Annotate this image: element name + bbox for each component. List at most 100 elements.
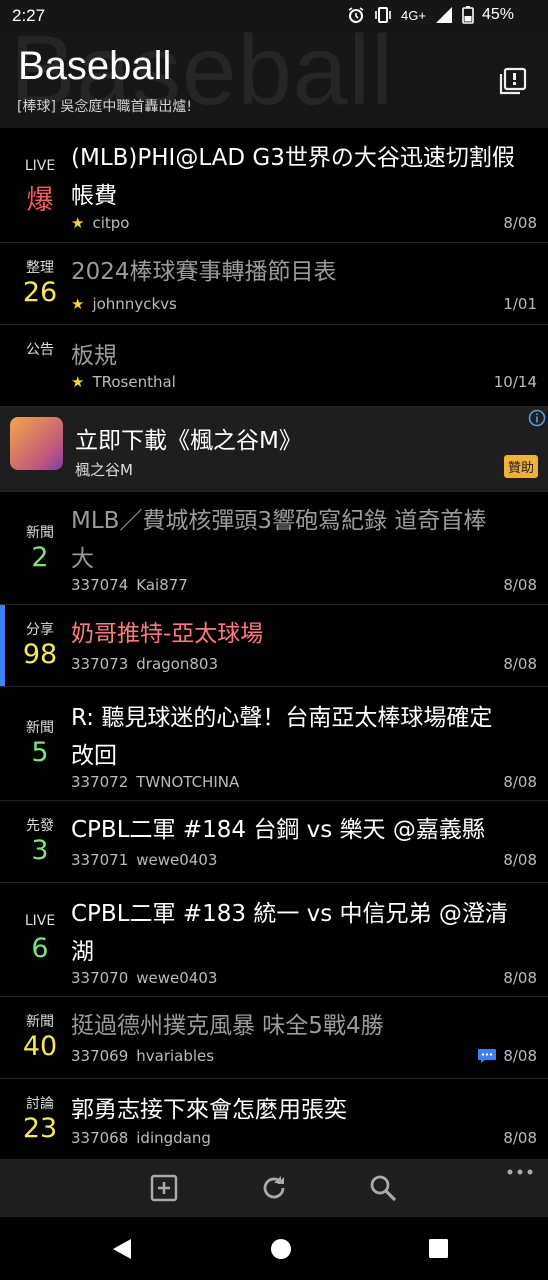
star-icon: ★ <box>71 295 85 313</box>
star-icon: ★ <box>71 373 85 391</box>
status-icons: 4G+ 45% <box>347 6 514 24</box>
home-icon[interactable] <box>270 1238 292 1260</box>
post-tag: 新聞 <box>26 525 54 541</box>
post-author: wewe0403 <box>136 851 218 869</box>
post-row[interactable]: 討論 23 郭勇志接下來會怎麼用張奕 337068 idingdang 8/08 <box>0 1079 548 1161</box>
post-tag: 整理 <box>26 260 54 276</box>
post-tag: 分享 <box>26 622 54 638</box>
post-author: TWNOTCHINA <box>136 773 240 791</box>
back-icon[interactable] <box>111 1238 133 1260</box>
post-author: dragon803 <box>136 655 218 673</box>
post-title: MLB／費城核彈頭3響砲寫紀錄 道奇首棒大 <box>71 508 487 572</box>
post-date: 8/08 <box>503 969 537 987</box>
system-nav-bar <box>0 1217 548 1280</box>
page-title: Baseball <box>18 44 172 88</box>
post-date: 8/08 <box>503 214 537 232</box>
post-tag: 公告 <box>26 342 54 358</box>
vibrate-icon <box>375 7 391 23</box>
post-date: 8/08 <box>503 773 537 791</box>
post-score: 5 <box>31 737 49 768</box>
post-tag: 新聞 <box>26 720 54 736</box>
post-author: citpo <box>92 214 130 232</box>
post-score: 3 <box>31 835 49 866</box>
ad-app-icon <box>10 417 63 470</box>
post-author: idingdang <box>136 1129 211 1147</box>
post-score: 2 <box>31 542 49 573</box>
alarm-icon <box>348 7 364 23</box>
post-row[interactable]: 先發 3 CPBL二軍 #184 台鋼 vs 樂天 @嘉義縣 337071 we… <box>0 801 548 883</box>
post-id: 337072 <box>71 773 129 791</box>
post-row[interactable]: 分享 98 奶哥推特-亞太球場 337073 dragon803 8/08 <box>0 605 548 687</box>
comment-icon <box>478 1049 497 1063</box>
board-header: Baseball Baseball [棒球] 吳念庭中職首轟出爐! <box>0 32 548 129</box>
post-row[interactable]: 新聞 5 R: 聽見球迷的心聲！台南亞太棒球場確定 改回 337072 TWNOT… <box>0 687 548 801</box>
page-subtitle: [棒球] 吳念庭中職首轟出爐! <box>17 99 192 115</box>
post-meta: 337074 Kai877 <box>71 576 188 594</box>
signal-icon <box>435 7 452 23</box>
post-title: CPBL二軍 #184 台鋼 vs 樂天 @嘉義縣 <box>71 817 485 843</box>
post-date: 8/08 <box>503 851 537 869</box>
post-date: 10/14 <box>493 373 537 391</box>
post-date: 8/08 <box>477 1047 537 1065</box>
refresh-icon[interactable] <box>259 1173 289 1203</box>
post-title: 奶哥推特-亞太球場 <box>71 621 264 647</box>
status-time: 2:27 <box>12 6 46 25</box>
battery-icon <box>462 6 474 24</box>
post-author: wewe0403 <box>136 969 218 987</box>
post-id: 337071 <box>71 851 129 869</box>
post-row[interactable]: 公告 板規 ★ TRosenthal 10/14 <box>0 325 548 407</box>
post-row[interactable]: LIVE 6 CPBL二軍 #183 統一 vs 中信兄弟 @澄清湖 33707… <box>0 883 548 997</box>
post-date: 8/08 <box>503 576 537 594</box>
post-score: 26 <box>22 277 58 308</box>
post-meta: ★ citpo <box>71 214 129 232</box>
post-author: Kai877 <box>136 576 188 594</box>
post-id: 337069 <box>71 1047 129 1065</box>
post-tag: 討論 <box>26 1096 54 1112</box>
post-meta: 337069 hvariables <box>71 1047 214 1065</box>
post-meta: 337068 idingdang <box>71 1129 211 1147</box>
post-score: 40 <box>22 1031 58 1062</box>
post-meta: ★ johnnyckvs <box>71 295 177 313</box>
star-icon: ★ <box>71 214 85 232</box>
post-title: 2024棒球賽事轉播節目表 <box>71 259 337 285</box>
post-id: 337073 <box>71 655 129 673</box>
post-row[interactable]: 新聞 2 MLB／費城核彈頭3響砲寫紀錄 道奇首棒大 337074 Kai877… <box>0 492 548 605</box>
post-date: 8/08 <box>503 655 537 673</box>
post-meta: 337073 dragon803 <box>71 655 218 673</box>
post-id: 337074 <box>71 576 129 594</box>
recents-icon[interactable] <box>428 1238 449 1259</box>
post-meta: 337070 wewe0403 <box>71 969 217 987</box>
post-tag: 新聞 <box>26 1014 54 1030</box>
post-title: CPBL二軍 #183 統一 vs 中信兄弟 @澄清湖 <box>71 901 508 965</box>
post-row[interactable]: 整理 26 2024棒球賽事轉播節目表 ★ johnnyckvs 1/01 <box>0 243 548 325</box>
post-list: LIVE 爆 (MLB)PHI@LAD G3世界の大谷迅速切割假 帳費 ★ cit… <box>0 128 548 1161</box>
post-meta: 337071 wewe0403 <box>71 851 217 869</box>
status-bar: 2:27 4G+ 45% <box>0 0 548 32</box>
post-author: johnnyckvs <box>92 295 177 313</box>
ad-banner[interactable]: 立即下載《楓之谷M》 楓之谷M 贊助 <box>0 407 548 492</box>
post-id: 337068 <box>71 1129 129 1147</box>
post-author: TRosenthal <box>92 373 176 391</box>
post-id: 337070 <box>71 969 129 987</box>
board-info-icon[interactable] <box>498 66 528 96</box>
bottom-toolbar <box>0 1159 548 1217</box>
info-icon[interactable] <box>528 409 546 427</box>
post-title: (MLB)PHI@LAD G3世界の大谷迅速切割假 帳費 <box>71 145 515 209</box>
ad-sponsor: 楓之谷M <box>75 461 133 479</box>
post-title: 板規 <box>71 343 117 369</box>
post-meta: 337072 TWNOTCHINA <box>71 773 239 791</box>
post-score: 6 <box>31 933 49 964</box>
post-title: R: 聽見球迷的心聲！台南亞太棒球場確定 改回 <box>71 705 493 769</box>
post-row[interactable]: 新聞 40 挺過德州撲克風暴 味全5戰4勝 337069 hvariables … <box>0 997 548 1079</box>
post-score: 23 <box>22 1113 58 1144</box>
post-tag: LIVE <box>24 158 56 174</box>
post-tag: 先發 <box>26 818 54 834</box>
post-date: 1/01 <box>503 295 537 313</box>
post-row[interactable]: LIVE 爆 (MLB)PHI@LAD G3世界の大谷迅速切割假 帳費 ★ cit… <box>0 128 548 243</box>
ad-title: 立即下載《楓之谷M》 <box>75 428 302 454</box>
search-icon[interactable] <box>368 1173 398 1203</box>
post-score: 爆 <box>26 185 54 216</box>
new-post-icon[interactable] <box>149 1173 179 1203</box>
post-title: 挺過德州撲克風暴 味全5戰4勝 <box>71 1013 384 1039</box>
more-icon[interactable] <box>506 1167 534 1177</box>
